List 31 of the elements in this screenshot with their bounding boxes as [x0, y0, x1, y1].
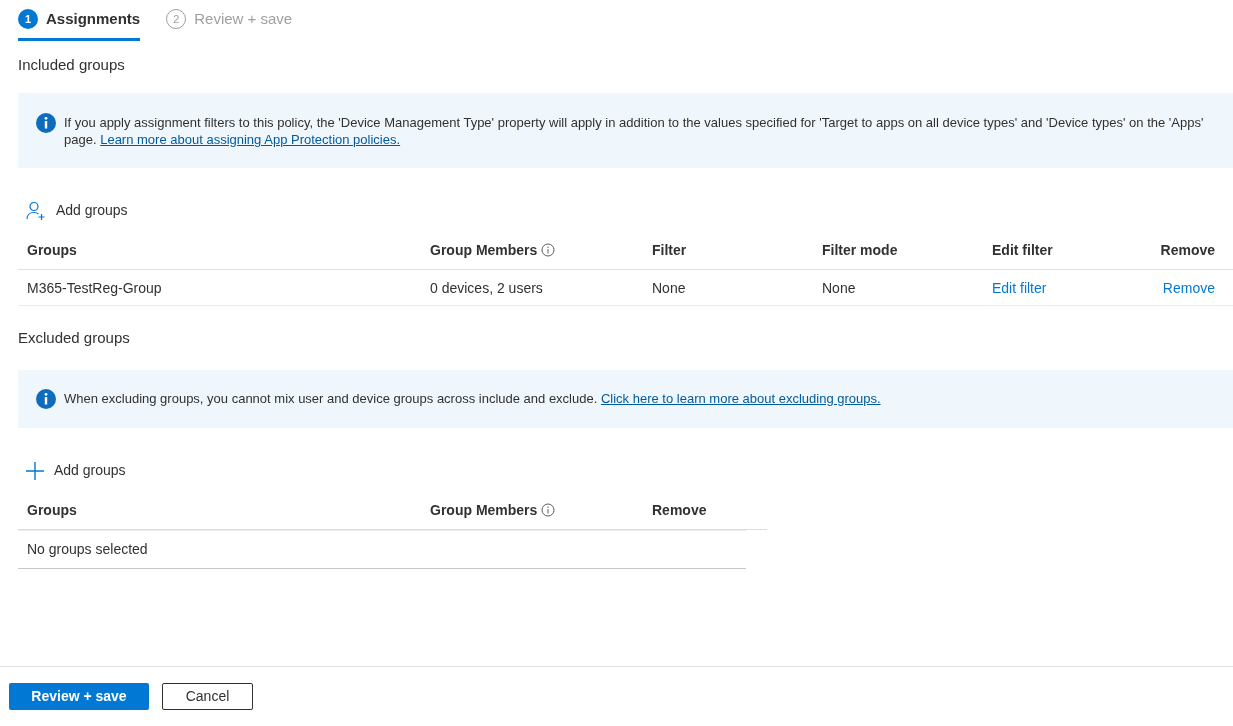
- section-title: Included groups: [18, 56, 125, 73]
- empty-message: No groups selected: [27, 540, 148, 559]
- column-header: Groups: [27, 240, 77, 260]
- person-add-icon: [26, 200, 46, 221]
- info-icon: [36, 389, 56, 409]
- column-header: Remove: [652, 500, 707, 520]
- table-cell: M365-TestReg-Group: [27, 279, 162, 296]
- plus-icon: [26, 461, 44, 480]
- column-header: Group Members: [430, 240, 538, 260]
- column-header: Group Members: [430, 500, 538, 520]
- add-groups-button[interactable]: Add groups: [26, 460, 126, 481]
- add-groups-button[interactable]: Add groups: [26, 200, 128, 221]
- column-header: Remove: [1160, 240, 1215, 260]
- learn-more-link[interactable]: Learn more about assigning App Protection policies.: [100, 132, 401, 147]
- secondary-button[interactable]: Cancel: [162, 683, 253, 710]
- table-cell: None: [822, 279, 856, 296]
- learn-more-link[interactable]: Click here to learn more about excluding groups.: [600, 391, 881, 406]
- table-cell: 0 devices, 2 users: [430, 279, 543, 296]
- table-link[interactable]: Edit filter: [992, 279, 1047, 296]
- table-link[interactable]: Remove: [1162, 279, 1215, 296]
- primary-button[interactable]: Review + save: [9, 683, 149, 710]
- info-icon: [36, 113, 56, 133]
- info-message: If you apply assignment filters to this policy, the 'Device Management Type' property will apply in addition to the values specified for 'Target to apps on all device types' and 'Device types' on the 'Apps' page. Learn more about assigning App Protection policies.: [64, 114, 1205, 148]
- table-cell: None: [652, 279, 686, 296]
- column-header: Edit filter: [992, 240, 1053, 260]
- column-header: Groups: [27, 500, 77, 520]
- info-message: When excluding groups, you cannot mix user and device groups across include and exclude. Click here to learn more about excluding groups.: [64, 390, 881, 407]
- column-header: Filter: [652, 240, 687, 260]
- wizard-step[interactable]: 1 Assignments: [18, 0, 141, 41]
- column-header: Filter mode: [822, 240, 898, 260]
- section-title: Excluded groups: [18, 329, 130, 346]
